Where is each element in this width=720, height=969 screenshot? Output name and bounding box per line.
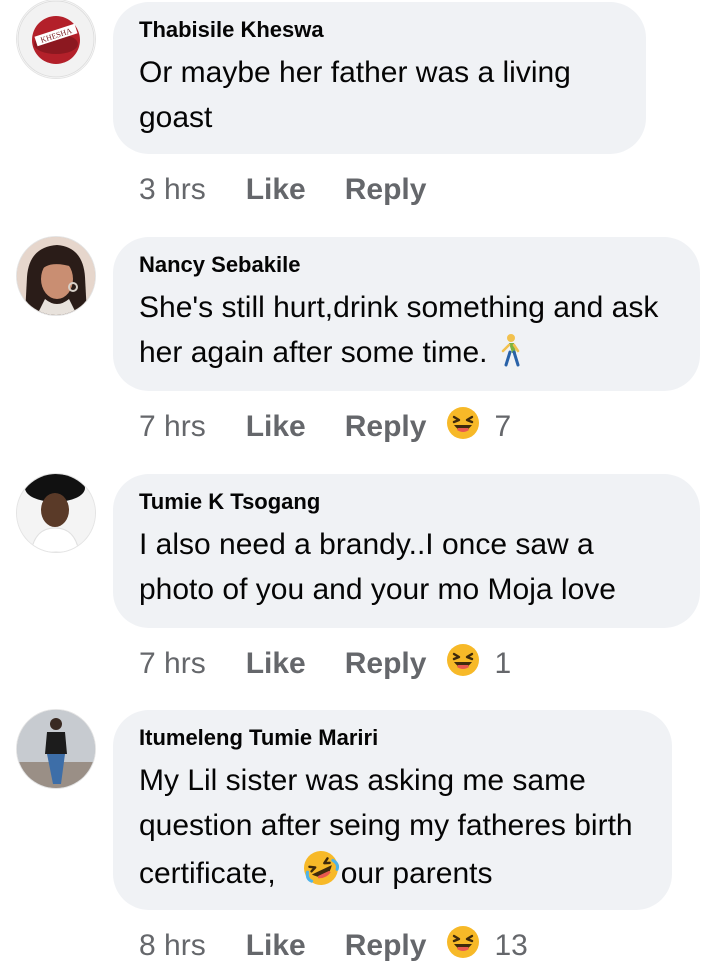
like-button[interactable]: Like — [246, 173, 306, 207]
like-button[interactable]: Like — [246, 410, 306, 444]
comment-timestamp[interactable]: 3 hrs — [139, 173, 206, 207]
reaction-count: 1 — [494, 647, 512, 680]
comment-actions: 8 hrs Like Reply 13 — [139, 926, 528, 966]
reply-button[interactable]: Reply — [345, 647, 427, 681]
comment-text-content-end: our parents — [340, 857, 493, 890]
kheswa-logo-icon: KHESHA — [17, 0, 95, 78]
avatar[interactable] — [17, 474, 95, 552]
comment-text: My Lil sister was asking me same questio… — [139, 758, 646, 901]
laughing-emoji-icon — [446, 406, 480, 448]
comment-text: Or maybe her father was a living goast — [139, 56, 571, 134]
comment-actions: 7 hrs Like Reply 1 — [139, 644, 511, 684]
comment-actions: 7 hrs Like Reply 7 — [139, 407, 511, 447]
like-button[interactable]: Like — [246, 647, 306, 681]
reaction-summary[interactable]: 1 — [446, 643, 511, 685]
reaction-count: 13 — [494, 929, 528, 962]
like-button[interactable]: Like — [246, 929, 306, 963]
reaction-summary[interactable]: 13 — [446, 925, 528, 967]
comment-author[interactable]: Thabisile Kheswa — [139, 16, 620, 44]
comment-text: She's still hurt,drink something and ask… — [139, 285, 674, 380]
comment-author[interactable]: Itumeleng Tumie Mariri — [139, 724, 646, 752]
profile-photo-icon — [17, 710, 95, 788]
comment-author[interactable]: Nancy Sebakile — [139, 251, 674, 279]
reply-button[interactable]: Reply — [345, 410, 427, 444]
profile-photo-icon — [17, 237, 95, 315]
comment-bubble: Thabisile Kheswa Or maybe her father was… — [113, 2, 646, 154]
reaction-summary[interactable]: 7 — [446, 406, 511, 448]
reply-button[interactable]: Reply — [345, 929, 427, 963]
laughing-emoji-icon — [446, 925, 480, 967]
comment-timestamp[interactable]: 8 hrs — [139, 929, 206, 963]
avatar[interactable] — [17, 710, 95, 788]
comment-bubble: Tumie K Tsogang I also need a brandy..I … — [113, 474, 700, 628]
person-walking-emoji-icon — [496, 333, 522, 380]
comment-text-content: She's still hurt,drink something and ask… — [139, 291, 659, 369]
comment-actions: 3 hrs Like Reply — [139, 170, 426, 210]
rolling-laughing-emoji-icon — [301, 848, 341, 901]
comment-author[interactable]: Tumie K Tsogang — [139, 488, 674, 516]
laughing-emoji-icon — [446, 643, 480, 685]
profile-photo-icon — [17, 474, 95, 552]
reply-button[interactable]: Reply — [345, 173, 427, 207]
comment-text: I also need a brandy..I once saw a photo… — [139, 528, 616, 606]
comment-timestamp[interactable]: 7 hrs — [139, 410, 206, 444]
comment-bubble: Itumeleng Tumie Mariri My Lil sister was… — [113, 710, 672, 910]
avatar[interactable] — [17, 237, 95, 315]
comment-bubble: Nancy Sebakile She's still hurt,drink so… — [113, 237, 700, 391]
comment-timestamp[interactable]: 7 hrs — [139, 647, 206, 681]
avatar[interactable]: KHESHA — [17, 0, 95, 78]
reaction-count: 7 — [494, 410, 512, 443]
